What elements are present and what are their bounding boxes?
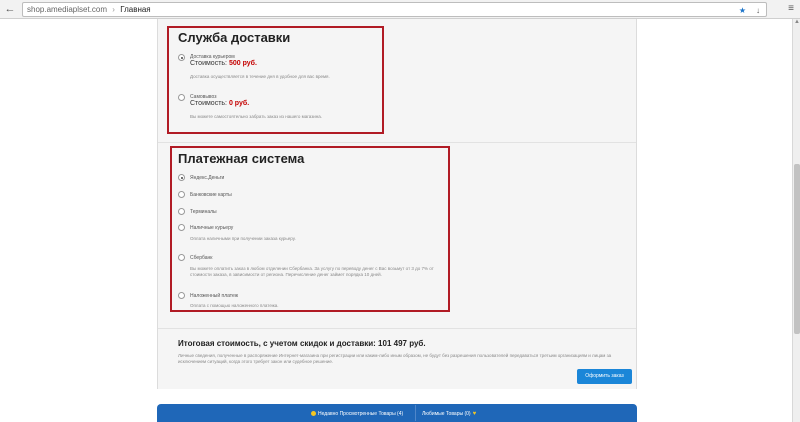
delivery-courier-price: 500 руб. xyxy=(228,60,257,67)
delivery-pickup-price: 0 руб. xyxy=(228,100,250,107)
payment-terminals-label[interactable]: Терминалы xyxy=(190,209,217,215)
payment-title: Платежная система xyxy=(178,151,305,166)
scrollbar-thumb[interactable] xyxy=(794,164,800,334)
scroll-up-icon[interactable]: ▲ xyxy=(793,19,800,27)
delivery-title: Служба доставки xyxy=(178,30,291,45)
payment-cod-label[interactable]: Наложенный платеж xyxy=(190,293,238,299)
bottom-panel-bar: Недавно Просмотренные Товары (4) Любимые… xyxy=(157,404,637,422)
cost-label: Стоимость: xyxy=(190,60,227,67)
bottom-bar-separator xyxy=(415,405,416,421)
payment-sberbank-radio[interactable] xyxy=(178,254,185,261)
page-scrollbar[interactable]: ▲ xyxy=(792,19,800,422)
favorites-label: Любимые Товары (0) xyxy=(422,411,471,417)
delivery-pickup-description: Вы можете самостоятельно забрать заказ и… xyxy=(190,114,323,119)
address-bar[interactable]: shop.amediaplset.com › Главная ★ ↓ xyxy=(22,2,767,17)
delivery-courier-radio[interactable] xyxy=(178,54,185,61)
payment-cash-label[interactable]: Наличные курьеру xyxy=(190,225,233,231)
browser-toolbar: ← shop.amediaplset.com › Главная ★ ↓ ≡ xyxy=(0,0,800,19)
payment-cash-description: Оплата наличными при получении заказа ку… xyxy=(190,236,296,241)
cost-label: Стоимость: xyxy=(190,100,227,107)
breadcrumb-separator-icon: › xyxy=(112,5,115,14)
delivery-pickup-radio[interactable] xyxy=(178,94,185,101)
payment-terminals-radio[interactable] xyxy=(178,208,185,215)
payment-cod-description: Оплата с помощью наложенного платежа. xyxy=(190,303,279,308)
browser-menu-icon[interactable]: ≡ xyxy=(788,3,794,15)
back-arrow-icon[interactable]: ← xyxy=(3,3,17,16)
payment-sberbank-description: Вы можете оплатить заказ в любом отделен… xyxy=(190,266,434,277)
payment-yandex-label[interactable]: Яндекс.Деньги xyxy=(190,175,224,181)
heart-icon: ♥ xyxy=(472,411,477,417)
payment-cards-label[interactable]: Банковские карты xyxy=(190,192,232,198)
breadcrumb-home[interactable]: Главная xyxy=(120,5,150,14)
delivery-pickup-cost: Стоимость: 0 руб. xyxy=(190,100,249,107)
extension-icon[interactable]: ↓ xyxy=(756,5,760,16)
recent-items-link[interactable]: Недавно Просмотренные Товары (4) xyxy=(311,411,403,417)
payment-cod-radio[interactable] xyxy=(178,292,185,299)
recent-items-label: Недавно Просмотренные Товары (4) xyxy=(318,411,404,417)
section-divider xyxy=(158,328,636,329)
order-total: Итоговая стоимость, с учетом скидок и до… xyxy=(178,339,426,348)
bookmark-star-icon[interactable]: ★ xyxy=(739,5,746,16)
payment-cash-radio[interactable] xyxy=(178,224,185,231)
payment-cards-radio[interactable] xyxy=(178,191,185,198)
recent-items-icon xyxy=(311,411,316,417)
payment-yandex-radio[interactable] xyxy=(178,174,185,181)
favorites-link[interactable]: Любимые Товары (0) ♥ xyxy=(422,411,476,417)
payment-sberbank-label[interactable]: Сбербанк xyxy=(190,255,212,261)
section-divider xyxy=(158,142,636,143)
checkout-button[interactable]: Оформить заказ xyxy=(577,369,632,384)
privacy-notice: Личные сведения, полученные в распоряжен… xyxy=(178,353,612,364)
url-text: shop.amediaplset.com xyxy=(27,5,108,14)
delivery-courier-cost: Стоимость: 500 руб. xyxy=(190,60,257,67)
delivery-courier-description: Доставка осуществляется в течение дня в … xyxy=(190,74,330,79)
